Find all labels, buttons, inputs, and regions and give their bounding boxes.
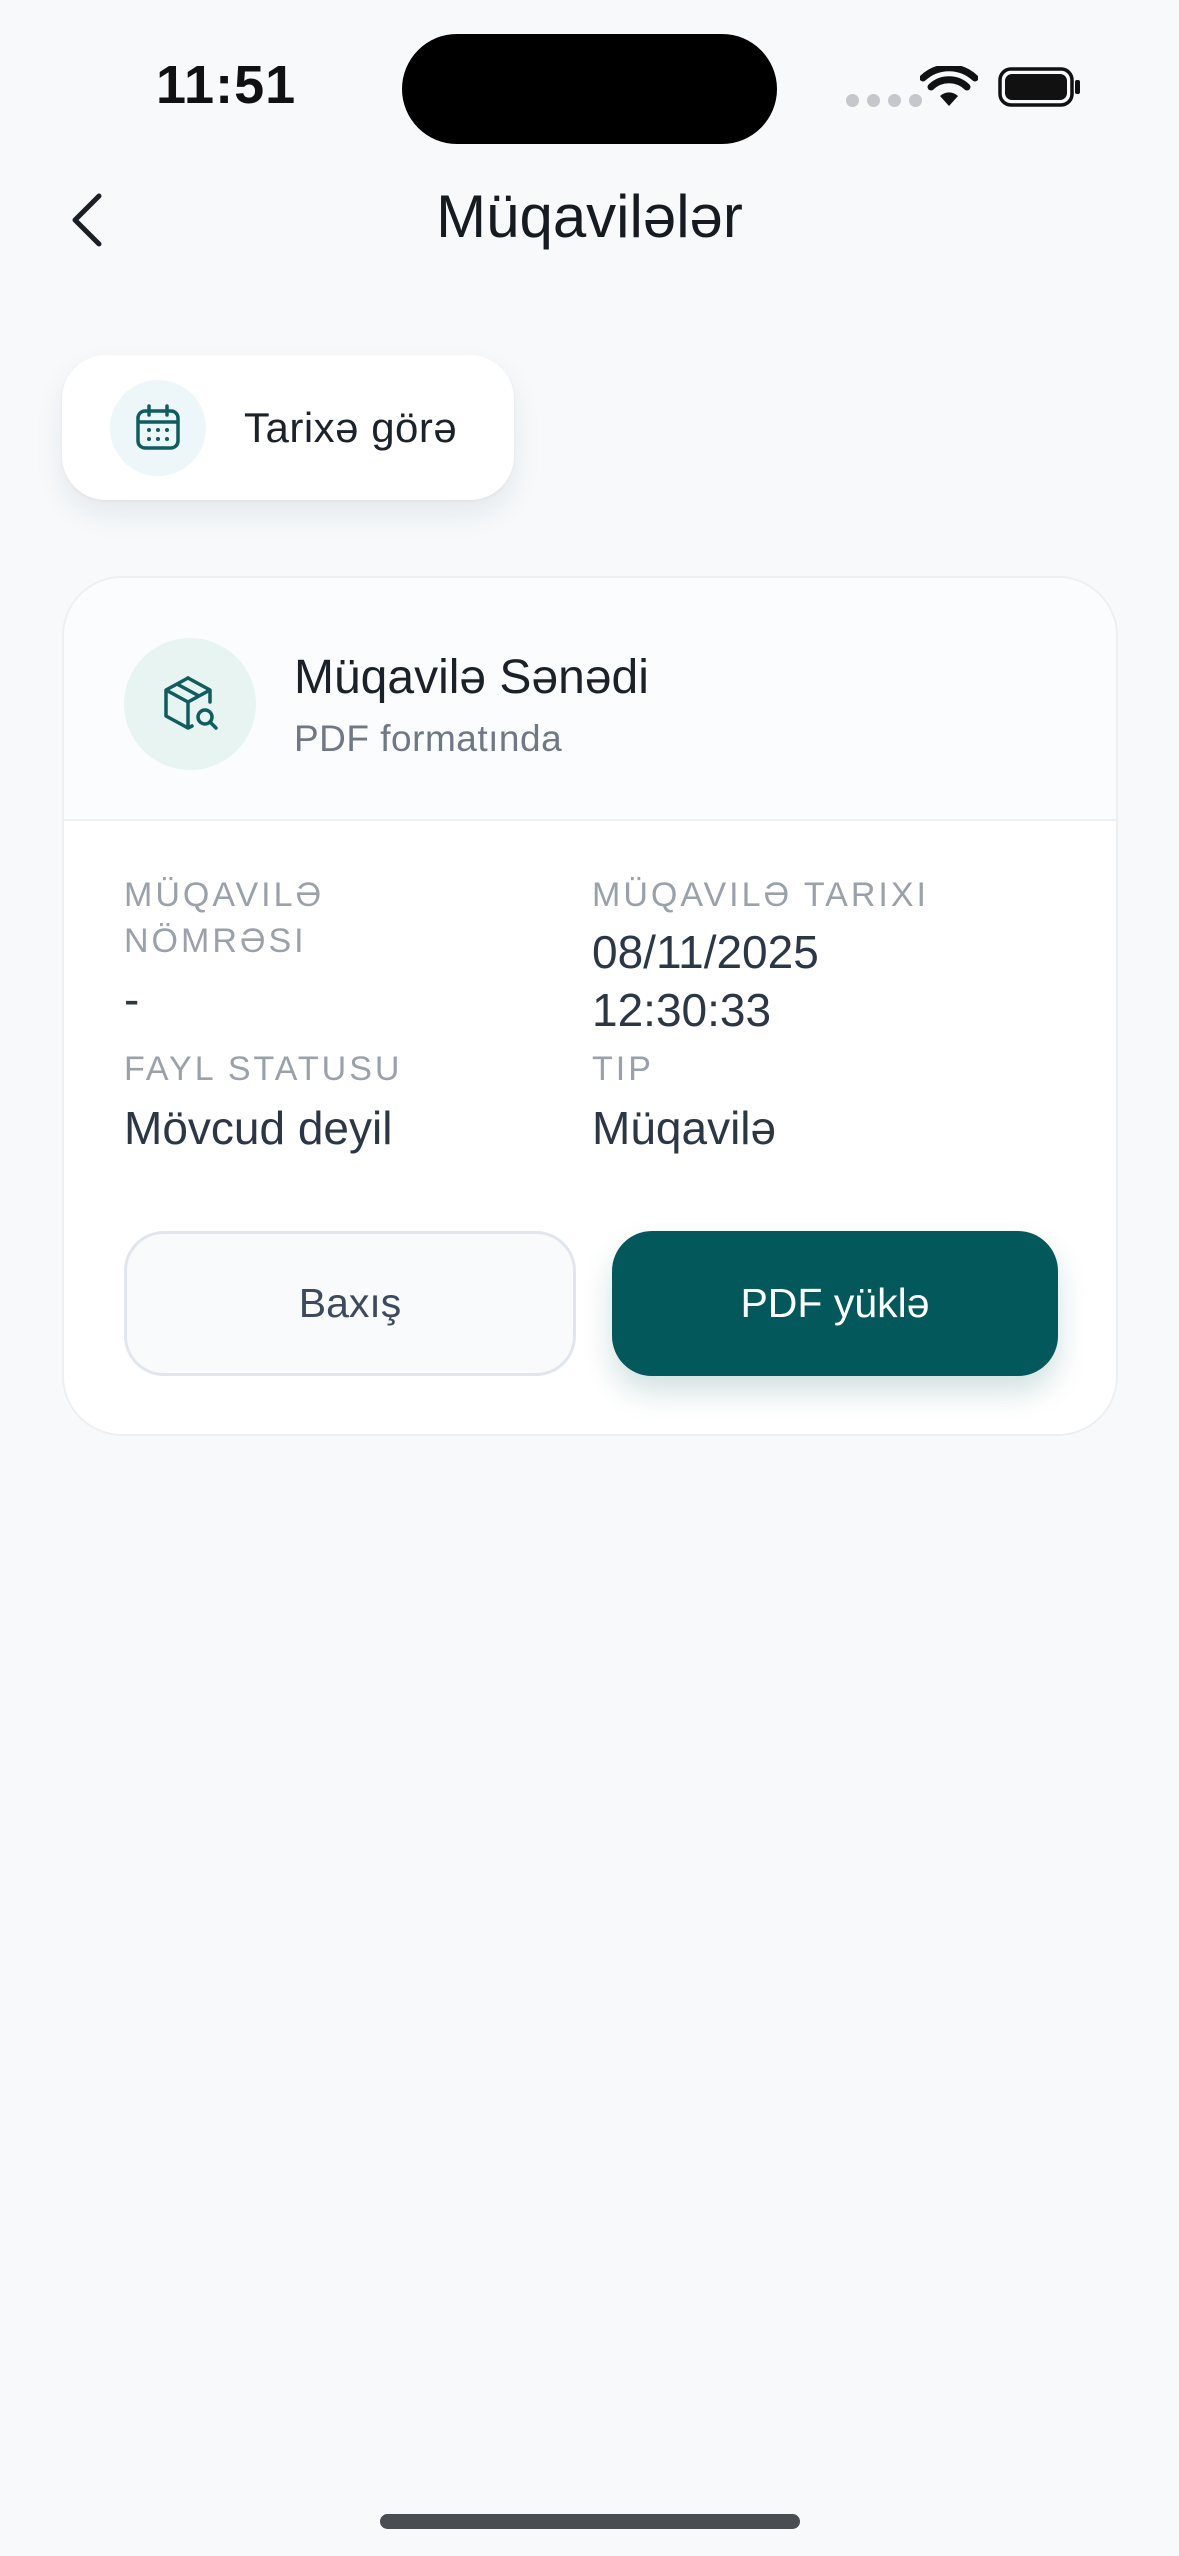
type-label: TIP (592, 1050, 654, 1088)
contract-date-label: MÜQAVILƏ TARIXI (592, 876, 929, 914)
type-value: Müqavilə (592, 1102, 777, 1154)
contract-card-header: Müqavilə Sənədi PDF formatında (64, 578, 1116, 821)
download-pdf-button[interactable]: PDF yüklə (612, 1231, 1058, 1376)
status-time: 11:51 (156, 55, 297, 115)
view-button[interactable]: Baxış (124, 1231, 576, 1376)
status-bar: 11:51 (0, 0, 1179, 150)
contract-number-label: MÜQAVILƏ NÖMRƏSI (124, 876, 325, 960)
contracts-screen: 11:51 Müqavilələr Tarixə görə Müqavilə S… (0, 0, 1179, 2556)
page-title: Müqavilələr (436, 183, 743, 250)
view-button-label: Baxış (298, 1280, 402, 1326)
contract-card: Müqavilə Sənədi PDF formatında MÜQAVILƏ … (62, 576, 1118, 1436)
contract-date-value: 08/11/2025 (592, 926, 819, 978)
calendar-icon (136, 403, 180, 450)
file-status-value: Mövcud deyil (124, 1102, 393, 1154)
file-status-label: FAYL STATUSU (124, 1050, 403, 1088)
wifi-icon (920, 66, 978, 106)
date-filter-label: Tarixə görə (244, 403, 458, 451)
date-filter-button[interactable]: Tarixə görə (62, 355, 514, 500)
cellular-signal-icon (846, 94, 922, 107)
download-pdf-button-label: PDF yüklə (740, 1280, 930, 1326)
contract-time-value: 12:30:33 (592, 984, 772, 1036)
document-title: Müqavilə Sənədi (294, 651, 649, 704)
dynamic-island (402, 34, 777, 144)
filter-icon-badge (110, 379, 206, 476)
contract-number-value: - (124, 973, 140, 1025)
document-subtitle: PDF formatında (294, 718, 563, 759)
home-indicator[interactable] (380, 2514, 800, 2529)
document-icon-badge (124, 638, 256, 770)
battery-icon (998, 67, 1080, 107)
package-search-icon (164, 676, 218, 730)
